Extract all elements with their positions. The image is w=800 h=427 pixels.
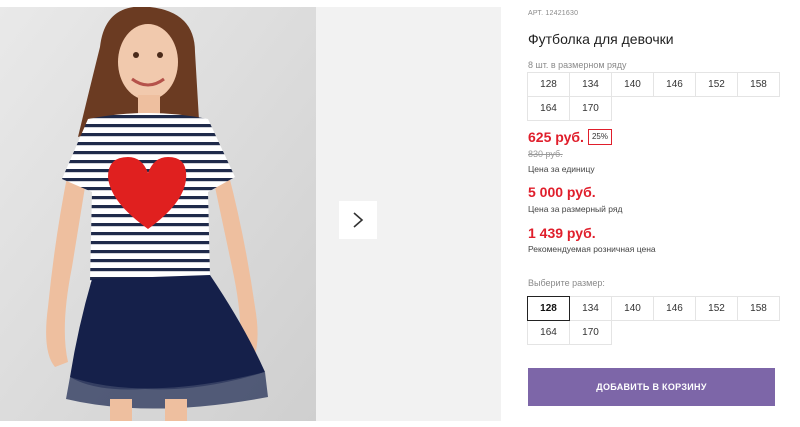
article-number: АРТ. 12421630 [528,10,579,17]
size-row-cell: 152 [695,72,738,97]
size-option[interactable]: 152 [695,296,738,321]
unit-price-row: 625 руб. 25% [528,129,612,145]
size-option[interactable]: 158 [737,296,780,321]
size-row-price: 5 000 руб. [528,184,596,200]
size-row-grid: 128 134 140 146 152 158 164 170 [527,72,780,121]
size-row-cell: 140 [611,72,654,97]
size-option[interactable]: 146 [653,296,696,321]
select-size-label: Выберите размер: [528,278,605,288]
add-to-cart-button[interactable]: ДОБАВИТЬ В КОРЗИНУ [528,368,775,406]
size-row-cell: 134 [569,72,612,97]
size-option[interactable]: 134 [569,296,612,321]
size-option[interactable]: 140 [611,296,654,321]
size-option[interactable]: 128 [527,296,570,321]
size-option[interactable]: 170 [569,320,612,345]
size-row-cell: 164 [527,96,570,121]
discount-badge: 25% [587,129,612,145]
size-row-cell: 170 [569,96,612,121]
size-row-cell: 158 [737,72,780,97]
chevron-right-icon [353,212,364,228]
old-price: 830 руб. [528,149,563,159]
product-title: Футболка для девочки [528,31,674,47]
size-row-label: 8 шт. в размерном ряду [528,60,627,70]
unit-price-caption: Цена за единицу [528,164,595,174]
product-gallery [0,7,501,421]
retail-price-caption: Рекомендуемая розничная цена [528,244,656,254]
size-row-cell: 128 [527,72,570,97]
size-row-price-caption: Цена за размерный ряд [528,204,623,214]
size-selector: 128 134 140 146 152 158 164 170 [527,296,780,345]
next-image-button[interactable] [339,201,377,239]
unit-price: 625 руб. [528,129,584,145]
size-option[interactable]: 164 [527,320,570,345]
size-row-cell: 146 [653,72,696,97]
retail-price: 1 439 руб. [528,225,596,241]
product-photo-illustration [0,7,316,421]
product-photo[interactable] [0,7,316,421]
